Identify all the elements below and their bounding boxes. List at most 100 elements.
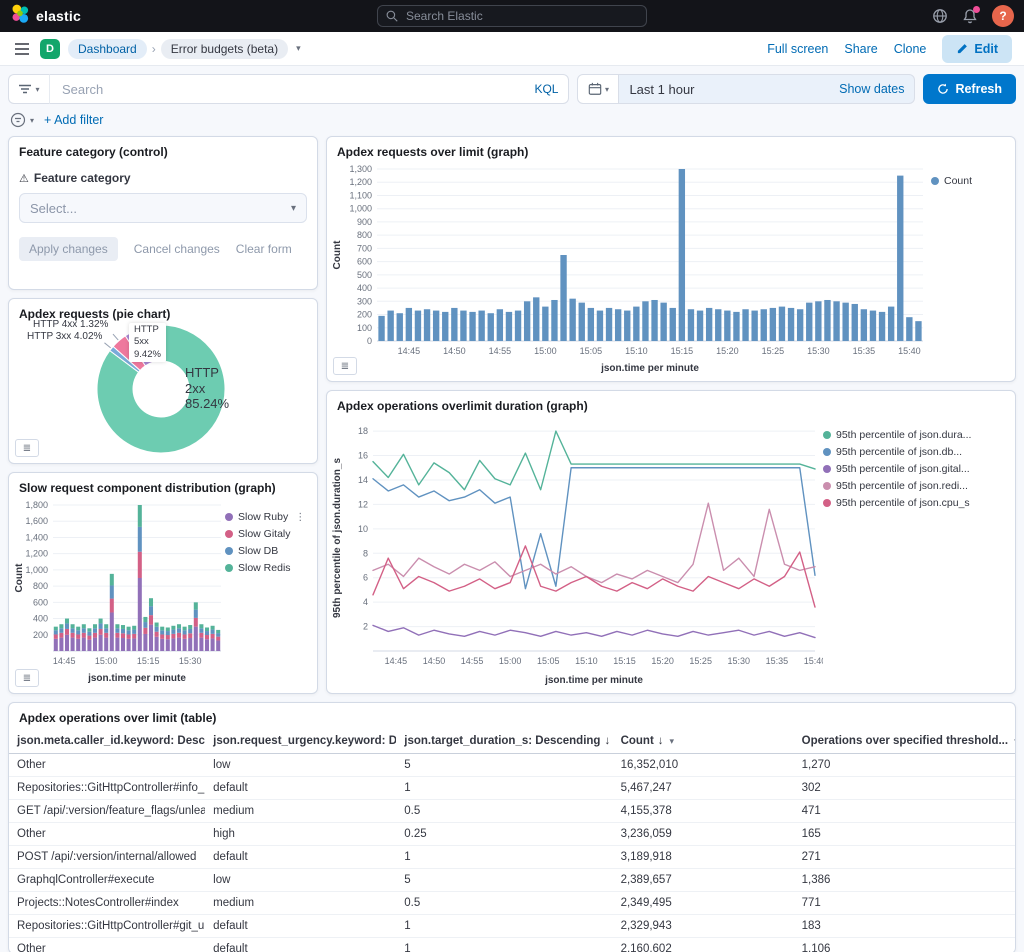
legend-item[interactable]: 95th percentile of json.gital...: [823, 463, 1011, 475]
table-cell: 1,106: [794, 938, 1015, 952]
table-cell: default: [205, 915, 396, 938]
svg-text:1,800: 1,800: [25, 500, 48, 510]
svg-text:200: 200: [33, 630, 48, 640]
svg-text:15:05: 15:05: [580, 346, 603, 356]
refresh-button[interactable]: Refresh: [923, 74, 1016, 104]
space-avatar[interactable]: D: [40, 39, 60, 59]
feature-category-select[interactable]: Select... ▾: [19, 193, 307, 223]
legend-color-dot: [225, 513, 233, 521]
column-menu-icon[interactable]: ▾: [670, 736, 675, 746]
table-cell: 3,236,059: [613, 823, 794, 846]
column-header-label: Count: [621, 735, 654, 747]
column-header[interactable]: json.target_duration_s: Descending↓▾: [396, 731, 612, 754]
svg-text:14:45: 14:45: [385, 656, 408, 666]
table-cell: default: [205, 938, 396, 952]
clear-form-button[interactable]: Clear form: [236, 242, 292, 256]
duration-line-chart[interactable]: 2468101214161814:4514:5014:5515:0015:051…: [331, 415, 823, 692]
global-search-input[interactable]: [404, 8, 638, 24]
legend-item[interactable]: 95th percentile of json.db...: [823, 446, 1011, 458]
svg-text:400: 400: [33, 614, 48, 624]
chevron-down-icon: ▾: [605, 85, 609, 94]
legend-item[interactable]: Slow Redis: [225, 562, 313, 574]
svg-text:15:35: 15:35: [853, 346, 876, 356]
legend-toggle-button[interactable]: ≣: [15, 439, 39, 457]
globe-icon[interactable]: [932, 8, 948, 24]
dashboard-menu-chevron-icon[interactable]: ▾: [296, 43, 301, 54]
table-row: Repositories::GitHttpController#info_ref…: [9, 777, 1015, 800]
filter-icon: [18, 84, 32, 94]
kql-search[interactable]: KQL: [50, 74, 569, 104]
cancel-changes-button[interactable]: Cancel changes: [134, 242, 220, 256]
user-avatar[interactable]: ?: [992, 5, 1014, 27]
full-screen-link[interactable]: Full screen: [767, 42, 828, 56]
time-range-value[interactable]: Last 1 hour: [629, 82, 694, 97]
elastic-logo-icon[interactable]: [10, 4, 30, 29]
notifications-bell-icon[interactable]: [962, 8, 978, 24]
brand-name: elastic: [36, 8, 81, 24]
edit-button[interactable]: Edit: [942, 35, 1012, 63]
svg-text:15:30: 15:30: [728, 656, 751, 666]
table-cell: 0.5: [396, 800, 612, 823]
column-header[interactable]: Operations over specified threshold... ▾: [794, 731, 1015, 754]
column-menu-icon[interactable]: ▾: [1014, 736, 1015, 746]
panel-apdex-operations-table: Apdex operations over limit (table) json…: [8, 702, 1016, 952]
legend-item[interactable]: Slow Gitaly: [225, 528, 313, 540]
column-header[interactable]: Count ↓ ▾: [613, 731, 794, 754]
clone-link[interactable]: Clone: [894, 42, 927, 56]
select-placeholder: Select...: [30, 201, 77, 216]
legend-item[interactable]: 95th percentile of json.cpu_s: [823, 497, 1011, 509]
table-cell: high: [205, 823, 396, 846]
refresh-button-label: Refresh: [955, 82, 1002, 96]
saved-query-menu-button[interactable]: ▾: [8, 74, 50, 104]
chart-area: 2468101214161814:4514:5014:5515:0015:051…: [327, 415, 1015, 692]
breadcrumb-dashboard[interactable]: Dashboard: [68, 39, 147, 59]
column-header[interactable]: json.request_urgency.keyword: Des...▾: [205, 731, 396, 754]
table-cell: default: [205, 846, 396, 869]
panel-apdex-requests-pie: Apdex requests (pie chart) HTTP 4xx 1.32…: [8, 298, 318, 464]
svg-text:json.time per minute: json.time per minute: [600, 363, 699, 374]
slow-request-chart[interactable]: 2004006008001,0001,2001,4001,6001,80014:…: [13, 497, 225, 690]
legend-toggle-button[interactable]: ≣: [333, 357, 357, 375]
apply-changes-button[interactable]: Apply changes: [19, 237, 118, 261]
share-link[interactable]: Share: [844, 42, 877, 56]
table-cell: default: [205, 777, 396, 800]
table-cell: 2,389,657: [613, 869, 794, 892]
table-cell: 2,329,943: [613, 915, 794, 938]
legend-item[interactable]: Count: [931, 175, 1011, 187]
table-cell: 0.25: [396, 823, 612, 846]
table-row: GET /api/:version/feature_flags/unleash.…: [9, 800, 1015, 823]
svg-text:800: 800: [33, 581, 48, 591]
svg-text:15:10: 15:10: [575, 656, 598, 666]
add-filter-link[interactable]: + Add filter: [44, 113, 103, 127]
kql-search-input[interactable]: [60, 81, 534, 98]
legend-item-menu-icon[interactable]: ⋮: [295, 512, 305, 523]
legend-toggle-button[interactable]: ≣: [15, 669, 39, 687]
menu-icon[interactable]: [12, 40, 32, 58]
kql-language-button[interactable]: KQL: [534, 82, 558, 96]
svg-text:900: 900: [357, 217, 372, 227]
time-range-field[interactable]: Last 1 hour Show dates: [619, 74, 915, 104]
global-search-box[interactable]: [377, 5, 647, 27]
legend-item[interactable]: 95th percentile of json.dura...: [823, 429, 1011, 441]
table-cell: 3,189,918: [613, 846, 794, 869]
control-buttons: Apply changes Cancel changes Clear form: [19, 237, 307, 261]
pie-chart[interactable]: [9, 317, 318, 464]
column-header[interactable]: json.meta.caller_id.keyword: Desce...▾: [9, 731, 205, 754]
time-picker-group: ▾ Last 1 hour Show dates: [577, 74, 915, 104]
time-menu-button[interactable]: ▾: [577, 74, 619, 104]
legend-item[interactable]: Slow Ruby⋮: [225, 511, 313, 523]
show-dates-link[interactable]: Show dates: [839, 82, 904, 96]
table-cell: 1: [396, 846, 612, 869]
filter-options-icon[interactable]: [10, 112, 26, 128]
column-header-label: Operations over specified threshold...: [802, 735, 1008, 747]
apdex-bar-chart[interactable]: 01002003004005006007008009001,0001,1001,…: [331, 161, 931, 380]
legend-item[interactable]: Slow DB: [225, 545, 313, 557]
legend-item[interactable]: 95th percentile of json.redi...: [823, 480, 1011, 492]
svg-text:1,000: 1,000: [25, 565, 48, 575]
navigation-bar: D Dashboard › Error budgets (beta) ▾ Ful…: [0, 32, 1024, 66]
refresh-icon: [937, 83, 949, 95]
sort-desc-icon: ↓: [658, 735, 664, 747]
table-cell: 16,352,010: [613, 754, 794, 777]
svg-text:4: 4: [363, 597, 368, 607]
table-cell: medium: [205, 800, 396, 823]
